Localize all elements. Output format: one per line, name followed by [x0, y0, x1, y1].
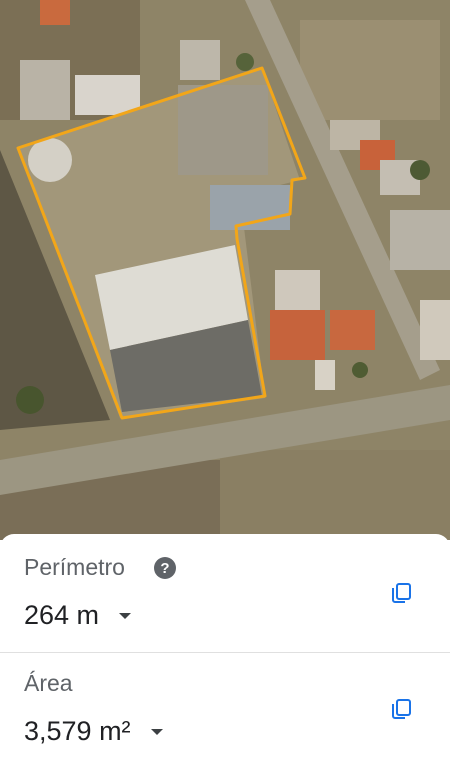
perimeter-unit-dropdown[interactable]: 264 m: [24, 600, 132, 631]
measurement-panel: Perímetro ? 264 m Área 3,579 m²: [0, 534, 450, 766]
map-canvas: [0, 0, 450, 540]
area-unit-dropdown[interactable]: 3,579 m²: [24, 716, 163, 747]
help-icon[interactable]: ?: [153, 556, 177, 580]
divider: [0, 652, 450, 653]
satellite-map[interactable]: [0, 0, 450, 540]
copy-icon[interactable]: [389, 581, 413, 605]
chevron-down-icon: [119, 612, 132, 619]
perimeter-label: Perímetro: [24, 554, 125, 580]
area-value: 3,579 m²: [24, 716, 131, 746]
chevron-down-icon: [150, 728, 163, 735]
copy-icon[interactable]: [389, 697, 413, 721]
perimeter-value: 264 m: [24, 600, 100, 630]
svg-text:?: ?: [160, 560, 169, 577]
area-label: Área: [24, 670, 73, 696]
